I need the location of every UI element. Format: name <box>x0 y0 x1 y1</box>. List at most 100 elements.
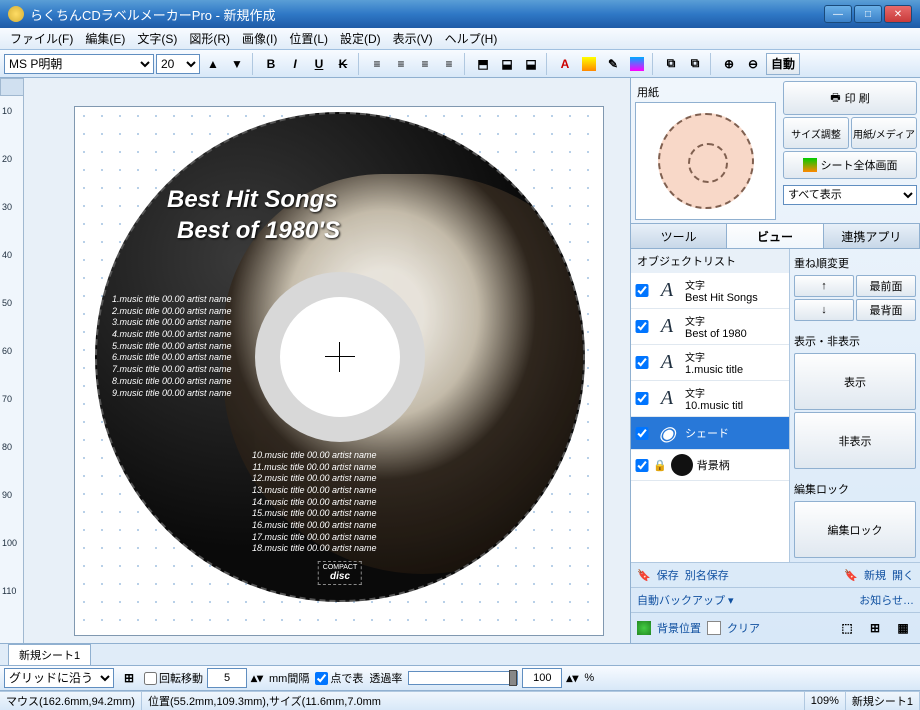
maximize-button[interactable]: □ <box>854 5 882 23</box>
align-center-button[interactable]: ≡ <box>390 53 412 75</box>
align-right-button[interactable]: ≡ <box>414 53 436 75</box>
paste-button[interactable]: ⧉ <box>684 53 706 75</box>
panel-btn-3[interactable]: ▦ <box>892 617 914 639</box>
dot-display-check[interactable]: 点で表 <box>315 670 363 686</box>
opacity-spinner[interactable]: ▴▾ <box>566 667 578 689</box>
bold-button[interactable]: B <box>260 53 282 75</box>
print-button[interactable]: 🖶 印 刷 <box>783 81 917 115</box>
visibility-label: 表示・非表示 <box>794 331 916 351</box>
text-color-button[interactable]: A <box>554 53 576 75</box>
object-visible-check[interactable] <box>635 459 649 472</box>
tag-icon: 🔖 <box>637 569 651 582</box>
font-size-up[interactable]: ▲ <box>202 53 224 75</box>
object-visible-check[interactable] <box>635 392 649 405</box>
show-button[interactable]: 表示 <box>794 353 916 410</box>
compact-disc-logo[interactable]: COMPACT disc <box>318 561 362 585</box>
paper-media-button[interactable]: 用紙/メディア <box>851 117 917 149</box>
clear-link[interactable]: クリア <box>727 620 760 636</box>
font-select[interactable]: MS P明朝 <box>4 54 154 74</box>
menu-position[interactable]: 位置(L) <box>283 28 334 49</box>
align-left-button[interactable]: ≡ <box>366 53 388 75</box>
close-button[interactable]: ✕ <box>884 5 912 23</box>
highlight-button[interactable] <box>578 53 600 75</box>
strike-button[interactable]: K <box>332 53 354 75</box>
menu-file[interactable]: ファイル(F) <box>4 28 79 49</box>
order-down-button[interactable]: ↓ <box>794 299 854 321</box>
paper-preview-cd <box>658 113 754 209</box>
object-visible-check[interactable] <box>635 356 649 369</box>
cd-title-text[interactable]: Best Hit Songs Best of 1980'S <box>167 184 340 246</box>
zoom-out-button[interactable]: ⊖ <box>742 53 764 75</box>
object-list: オブジェクトリスト A 文字Best Hit Songs A 文字Best of… <box>631 249 790 562</box>
menu-image[interactable]: 画像(I) <box>236 28 283 49</box>
valign-middle-button[interactable]: ⬓ <box>496 53 518 75</box>
object-item[interactable]: A 文字1.music title <box>631 345 789 381</box>
bottom-toolbar: グリッドに沿う ⊞ 回転移動 ▴▾ mm間隔 点で表 透過率 ▴▾ % <box>0 665 920 691</box>
show-all-select[interactable]: すべて表示 <box>783 185 917 205</box>
minimize-button[interactable]: — <box>824 5 852 23</box>
save-link[interactable]: 保存 <box>657 567 679 583</box>
panel-btn-2[interactable]: ⊞ <box>864 617 886 639</box>
tab-tool[interactable]: ツール <box>631 224 727 248</box>
mm-step-input[interactable] <box>207 668 247 688</box>
open-link[interactable]: 開く <box>892 567 914 583</box>
object-item-bg[interactable]: 🔒 背景柄 <box>631 450 789 481</box>
tab-view[interactable]: ビュー <box>727 224 823 248</box>
paper-preview[interactable] <box>635 102 776 220</box>
object-visible-check[interactable] <box>635 427 649 440</box>
hide-button[interactable]: 非表示 <box>794 412 916 469</box>
save-as-link[interactable]: 別名保存 <box>685 567 729 583</box>
panel-btn-1[interactable]: ⬚ <box>836 617 858 639</box>
status-bar: マウス(162.6mm,94.2mm) 位置(55.2mm,109.3mm),サ… <box>0 691 920 710</box>
line-color-button[interactable]: ✎ <box>602 53 624 75</box>
opacity-slider[interactable] <box>408 671 518 685</box>
order-front-button[interactable]: 最前面 <box>856 275 916 297</box>
rotate-move-check[interactable]: 回転移動 <box>144 670 203 686</box>
font-size-select[interactable]: 20 <box>156 54 200 74</box>
zoom-auto-button[interactable]: 自動 <box>766 53 800 75</box>
notice-link[interactable]: お知らせ… <box>859 592 914 608</box>
sheet-tab-1[interactable]: 新規シート1 <box>8 644 91 665</box>
percent-label: % <box>582 672 596 684</box>
lock-button[interactable]: 編集ロック <box>794 501 916 558</box>
object-item[interactable]: A 文字Best of 1980 <box>631 309 789 345</box>
cd-tracks-bottom[interactable]: 10.music title 00.00 artist name11.music… <box>252 450 377 555</box>
opacity-value[interactable] <box>522 668 562 688</box>
cd-tracks-left[interactable]: 1.music title 00.00 artist name2.music t… <box>112 294 232 399</box>
grid-snap-icon[interactable]: ⊞ <box>118 667 140 689</box>
snap-select[interactable]: グリッドに沿う <box>4 668 114 688</box>
menu-text[interactable]: 文字(S) <box>131 28 183 49</box>
valign-bottom-button[interactable]: ⬓ <box>520 53 542 75</box>
italic-button[interactable]: I <box>284 53 306 75</box>
object-item[interactable]: A 文字10.music titl <box>631 381 789 417</box>
zoom-in-button[interactable]: ⊕ <box>718 53 740 75</box>
auto-backup-link[interactable]: 自動バックアップ ▾ <box>637 592 734 608</box>
menu-settings[interactable]: 設定(D) <box>334 28 387 49</box>
canvas[interactable]: Best Hit Songs Best of 1980'S 1.music ti… <box>24 96 630 643</box>
object-visible-check[interactable] <box>635 320 649 333</box>
valign-top-button[interactable]: ⬒ <box>472 53 494 75</box>
status-position: 位置(55.2mm,109.3mm),サイズ(11.6mm,7.0mm <box>142 692 805 710</box>
object-visible-check[interactable] <box>635 284 649 297</box>
cd-label[interactable]: Best Hit Songs Best of 1980'S 1.music ti… <box>95 112 585 602</box>
underline-button[interactable]: U <box>308 53 330 75</box>
menu-edit[interactable]: 編集(E) <box>79 28 131 49</box>
tab-link-app[interactable]: 連携アプリ <box>824 224 920 248</box>
tag-icon-2: 🔖 <box>844 569 858 582</box>
menu-help[interactable]: ヘルプ(H) <box>439 28 504 49</box>
font-size-down[interactable]: ▼ <box>226 53 248 75</box>
menu-shape[interactable]: 図形(R) <box>183 28 236 49</box>
sheet-full-button[interactable]: シート全体画面 <box>783 151 917 179</box>
fill-color-button[interactable] <box>626 53 648 75</box>
bg-position-link[interactable]: 背景位置 <box>657 620 701 636</box>
copy-button[interactable]: ⧉ <box>660 53 682 75</box>
new-link[interactable]: 新規 <box>864 567 886 583</box>
size-adjust-button[interactable]: サイズ調整 <box>783 117 849 149</box>
mm-step-spinner[interactable]: ▴▾ <box>251 667 263 689</box>
align-justify-button[interactable]: ≡ <box>438 53 460 75</box>
object-item-shade[interactable]: ◉ シェード <box>631 417 789 450</box>
order-back-button[interactable]: 最背面 <box>856 299 916 321</box>
menu-view[interactable]: 表示(V) <box>387 28 439 49</box>
object-item[interactable]: A 文字Best Hit Songs <box>631 273 789 309</box>
order-up-button[interactable]: ↑ <box>794 275 854 297</box>
